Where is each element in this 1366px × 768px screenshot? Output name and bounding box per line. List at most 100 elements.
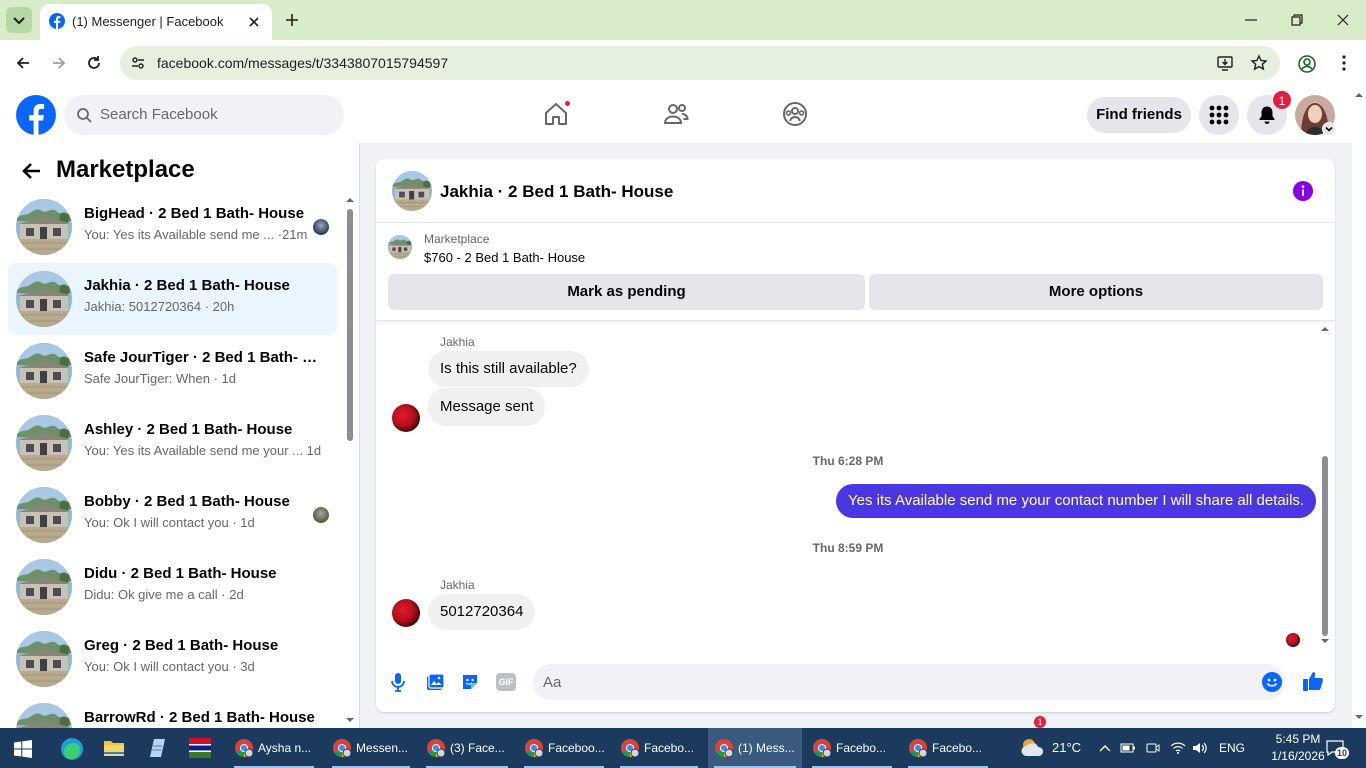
file-explorer-icon[interactable] — [103, 738, 125, 758]
message-input[interactable]: Aa — [533, 664, 1285, 700]
microphone-icon[interactable] — [390, 672, 406, 692]
back-arrow-icon[interactable] — [14, 54, 32, 72]
gif-button[interactable]: GIF — [496, 673, 516, 691]
listing-avatar[interactable] — [392, 171, 432, 211]
taskbar-item-label: Faceboo... — [548, 741, 605, 755]
chrome-icon — [333, 739, 352, 758]
taskbar-chrome-window[interactable]: (3) Face... — [420, 728, 514, 768]
scrollbar-thumb[interactable] — [1322, 456, 1328, 636]
close-window-icon[interactable] — [1335, 12, 1351, 28]
page-scrollbar[interactable] — [1352, 87, 1366, 728]
thread-scrollbar[interactable] — [1318, 324, 1332, 649]
scroll-up-icon[interactable] — [1354, 91, 1364, 99]
read-receipt-avatar — [1286, 633, 1300, 647]
clock[interactable]: 5:45 PM 1/16/2026 — [1270, 731, 1326, 765]
install-app-icon[interactable] — [1216, 54, 1234, 72]
listing-thumbnail[interactable] — [388, 235, 412, 259]
scroll-down-icon[interactable] — [1318, 636, 1332, 646]
notification-center-button[interactable]: 10 — [1326, 740, 1350, 759]
incoming-message[interactable]: Message sent — [428, 388, 546, 426]
house-thumbnail-icon — [16, 487, 72, 543]
friends-icon[interactable] — [663, 101, 689, 127]
scroll-up-icon[interactable] — [1318, 324, 1332, 334]
info-icon[interactable] — [1293, 181, 1313, 201]
thumbs-up-icon[interactable] — [1302, 670, 1324, 692]
mark-as-pending-button[interactable]: Mark as pending — [388, 274, 865, 310]
conversation-name: Jakhia · 2 Bed 1 Bath- House — [84, 277, 290, 294]
taskbar-chrome-window[interactable]: Facebo... — [902, 728, 994, 768]
wifi-icon[interactable] — [1170, 741, 1186, 755]
taskbar-chrome-window[interactable]: Aysha n... — [228, 728, 320, 768]
notepad-icon[interactable] — [146, 737, 168, 759]
facebook-logo-icon[interactable] — [16, 95, 56, 135]
emoji-icon[interactable] — [1262, 672, 1282, 692]
language-indicator[interactable]: ENG — [1219, 728, 1245, 768]
sticker-icon[interactable] — [460, 672, 480, 692]
taskbar-chrome-window[interactable]: (1) Mess... — [708, 728, 802, 768]
taskbar-item-label: Facebo... — [836, 741, 887, 755]
omnibox[interactable]: facebook.com/messages/t/3343807015794597 — [120, 46, 1280, 80]
conversation-item[interactable]: Bobby · 2 Bed 1 Bath- House You: Ok I wil… — [8, 479, 337, 551]
conversation-item[interactable]: Safe JourTiger · 2 Bed 1 Bath- H... Safe … — [8, 335, 337, 407]
list-scrollbar[interactable] — [344, 195, 356, 725]
scroll-down-icon[interactable] — [344, 715, 356, 725]
volume-icon[interactable] — [1192, 741, 1208, 755]
url-text: facebook.com/messages/t/3343807015794597 — [157, 55, 449, 71]
site-settings-icon[interactable] — [130, 55, 146, 71]
scroll-up-icon[interactable] — [344, 195, 356, 205]
search-placeholder: Search Facebook — [100, 106, 218, 123]
scrollbar-thumb[interactable] — [347, 209, 353, 441]
restore-icon[interactable] — [1289, 12, 1305, 28]
find-friends-button[interactable]: Find friends — [1087, 97, 1191, 133]
contact-avatar[interactable] — [392, 599, 420, 627]
tab-strip: (1) Messenger | Facebook — [0, 0, 1366, 40]
more-options-button[interactable]: More options — [869, 274, 1323, 310]
battery-icon[interactable] — [1120, 741, 1136, 755]
menu-kebab-icon[interactable] — [1340, 54, 1348, 72]
contact-avatar[interactable] — [392, 404, 420, 432]
meet-now-icon[interactable] — [1146, 741, 1160, 755]
conversation-item[interactable]: BigHead · 2 Bed 1 Bath- House You: Yes it… — [8, 191, 337, 263]
chevron-up-icon[interactable] — [1098, 742, 1112, 754]
conversation-name: Bobby · 2 Bed 1 Bath- House — [84, 493, 290, 510]
chevron-down-icon — [13, 17, 25, 25]
house-thumbnail-icon — [16, 415, 72, 471]
listing-price[interactable]: $760 - 2 Bed 1 Bath- House — [424, 250, 585, 265]
taskbar-chrome-window[interactable]: Facebo... — [806, 728, 898, 768]
incoming-message[interactable]: 5012720364 — [428, 594, 536, 630]
browser-tab-active[interactable]: (1) Messenger | Facebook — [40, 4, 272, 40]
taskbar-chrome-window[interactable]: Facebo... — [614, 728, 704, 768]
groups-icon[interactable] — [782, 101, 808, 127]
bookmark-star-icon[interactable] — [1250, 54, 1268, 72]
windows-start-icon[interactable] — [14, 740, 32, 758]
conversation-item[interactable]: Ashley · 2 Bed 1 Bath- House You: Yes its… — [8, 407, 337, 479]
gambia-flag-icon[interactable] — [189, 738, 211, 758]
incoming-message[interactable]: Is this still available? — [428, 351, 589, 387]
edge-icon[interactable] — [60, 737, 84, 761]
profile-icon[interactable] — [1297, 54, 1317, 74]
taskbar-chrome-window[interactable]: Messen... — [326, 728, 416, 768]
menu-button[interactable] — [1199, 95, 1239, 135]
conversation-name: Ashley · 2 Bed 1 Bath- House — [84, 421, 293, 438]
conversation-item[interactable]: BarrowRd · 2 Bed 1 Bath- House — [8, 695, 337, 728]
listing-thumbnail — [16, 199, 72, 255]
account-dropdown-button[interactable] — [1322, 122, 1336, 136]
photo-icon[interactable] — [425, 672, 445, 692]
forward-arrow-icon[interactable] — [50, 54, 68, 72]
taskbar-chrome-window[interactable]: Faceboo... — [518, 728, 610, 768]
conversation-item[interactable]: Jakhia · 2 Bed 1 Bath- House Jakhia: 5012… — [8, 263, 337, 335]
reload-icon[interactable] — [85, 54, 103, 72]
conversation-item[interactable]: Greg · 2 Bed 1 Bath- House You: Ok I will… — [8, 623, 337, 695]
scroll-down-icon[interactable] — [1354, 713, 1364, 721]
chat-title[interactable]: Jakhia · 2 Bed 1 Bath- House — [440, 182, 673, 202]
clock-time: 5:45 PM — [1275, 732, 1321, 746]
minimize-icon[interactable] — [1243, 12, 1259, 28]
new-tab-icon[interactable] — [283, 11, 301, 29]
conversation-item[interactable]: Didu · 2 Bed 1 Bath- House Didu: Ok give … — [8, 551, 337, 623]
back-arrow-icon[interactable] — [20, 155, 42, 187]
outgoing-message[interactable]: Yes its Available send me your contact n… — [836, 484, 1317, 518]
close-tab-icon[interactable] — [246, 14, 262, 30]
house-thumbnail-icon — [388, 235, 412, 259]
search-bar[interactable]: Search Facebook — [64, 95, 344, 135]
tab-search-button[interactable] — [6, 7, 32, 33]
